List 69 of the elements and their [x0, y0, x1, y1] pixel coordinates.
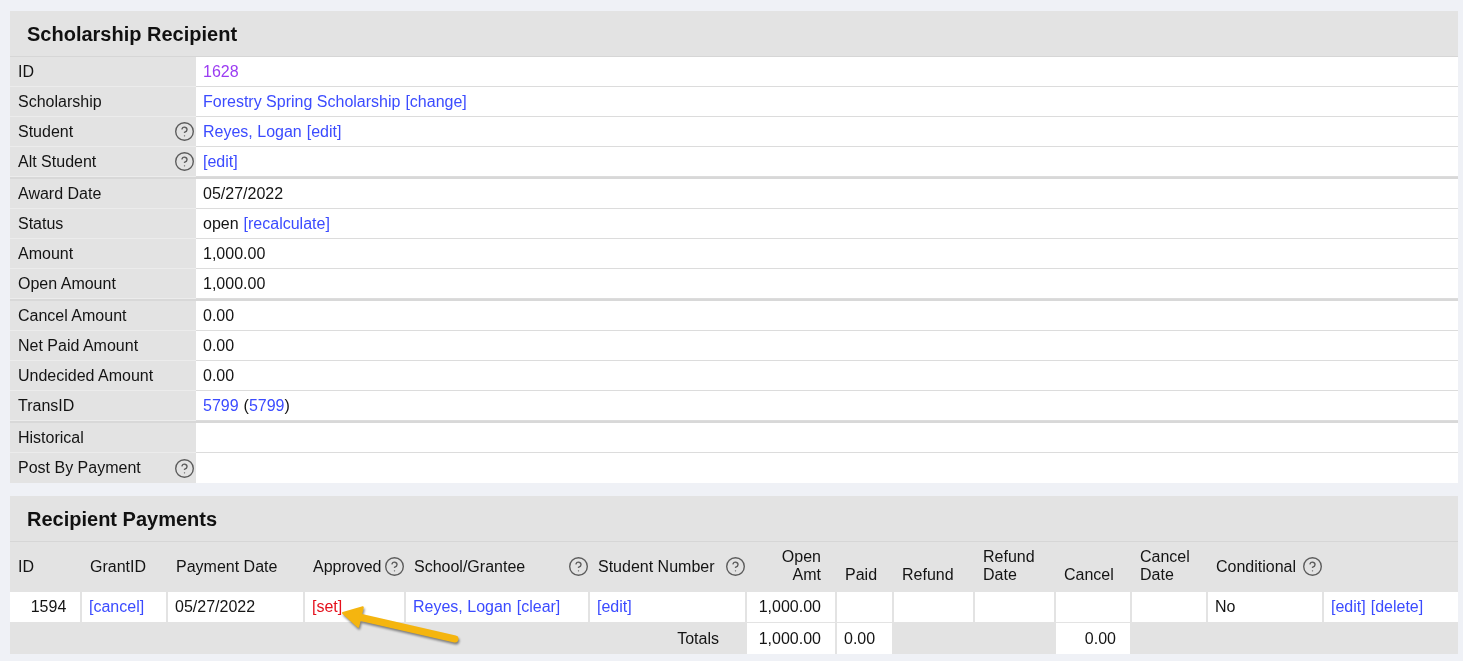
field-label: Amount [18, 243, 74, 264]
value-text: open [203, 213, 239, 234]
value-text: 0.00 [203, 305, 235, 326]
link[interactable]: [edit] [1331, 595, 1366, 619]
column-header: Refund [902, 566, 954, 584]
value-text: ( [243, 395, 249, 416]
column-header: Student Number [598, 557, 715, 576]
total-value: 0.00 [1084, 628, 1116, 649]
field-label: Award Date [18, 183, 102, 204]
field-label: Post By Payment [18, 458, 141, 478]
link[interactable]: 1628 [203, 59, 239, 84]
column-header: Cancel Date [1140, 548, 1190, 584]
panel-title: Recipient Payments [27, 506, 218, 532]
help-icon[interactable] [1303, 557, 1322, 576]
link[interactable]: Forestry Spring Scholarship [203, 89, 401, 114]
value-text: 1594 [30, 597, 67, 617]
field-label: Alt Student [18, 151, 97, 172]
column-header: Paid [845, 566, 878, 584]
field-label: Scholarship [18, 91, 102, 112]
link[interactable]: [edit] [306, 119, 342, 144]
value-text: No [1215, 597, 1236, 617]
link[interactable]: Reyes, Logan [203, 119, 302, 144]
value-text: 1,000.00 [203, 243, 266, 264]
value-text: 0.00 [203, 335, 235, 356]
field-label: ID [18, 61, 34, 82]
help-icon[interactable] [385, 557, 404, 576]
link[interactable]: 5799 [248, 393, 285, 418]
field-label: Historical [18, 427, 84, 448]
column-header: Refund Date [983, 548, 1035, 584]
help-icon[interactable] [175, 152, 194, 171]
help-icon[interactable] [569, 557, 588, 576]
field-label: Open Amount [18, 273, 116, 294]
value-text: 1,000.00 [758, 597, 821, 617]
value-text: 05/27/2022 [203, 183, 284, 204]
column-header: GrantID [90, 557, 146, 576]
column-header: School/Grantee [414, 557, 526, 576]
panel-title: Scholarship Recipient [27, 21, 238, 47]
value-text: 1,000.00 [203, 273, 266, 294]
link[interactable]: Reyes, Logan [413, 595, 512, 619]
total-value: 0.00 [844, 628, 876, 649]
column-header: Cancel [1064, 566, 1114, 584]
link[interactable]: [change] [405, 89, 467, 114]
link[interactable]: 5799 [203, 393, 239, 418]
field-label: Cancel Amount [18, 305, 127, 326]
field-label: Net Paid Amount [18, 335, 139, 356]
column-header: Approved [313, 557, 382, 576]
value-text: 05/27/2022 [175, 597, 256, 617]
column-header: Payment Date [176, 557, 278, 576]
link[interactable]: [recalculate] [243, 211, 330, 236]
column-header: ID [18, 557, 34, 576]
link[interactable]: [clear] [516, 595, 561, 619]
field-label: TransID [18, 395, 75, 416]
field-label: Undecided Amount [18, 365, 154, 386]
link[interactable]: [edit] [597, 595, 632, 619]
help-icon[interactable] [175, 122, 194, 141]
link[interactable]: [cancel] [89, 595, 145, 619]
value-text: ) [284, 395, 290, 416]
total-value: 1,000.00 [758, 628, 821, 649]
field-label: Student [18, 121, 74, 142]
column-header: Open Amt [781, 548, 821, 584]
field-label: Status [18, 213, 64, 234]
help-icon[interactable] [726, 557, 745, 576]
link[interactable]: [delete] [1370, 595, 1424, 619]
link[interactable]: [set] [312, 595, 343, 619]
totals-label: Totals [677, 628, 719, 649]
help-icon[interactable] [175, 458, 194, 478]
link[interactable]: [edit] [203, 149, 238, 174]
column-header: Conditional [1216, 557, 1297, 576]
value-text: 0.00 [203, 365, 235, 386]
